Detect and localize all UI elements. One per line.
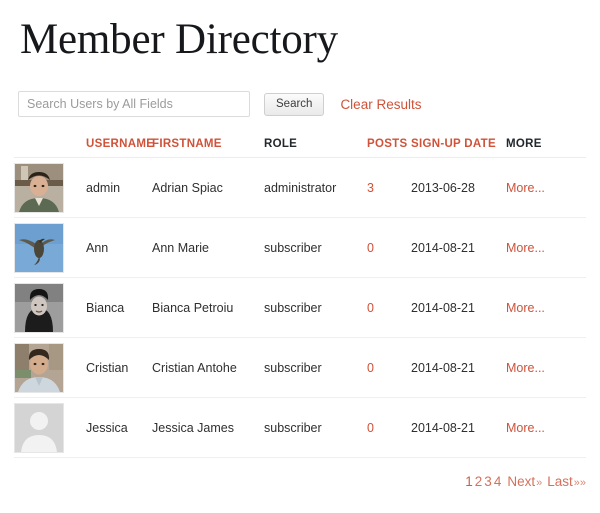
avatar xyxy=(14,283,64,333)
cell-username: Jessica xyxy=(86,398,152,458)
pagination-page-4[interactable]: 4 xyxy=(493,474,503,489)
cell-firstname: Bianca Petroiu xyxy=(152,278,264,338)
column-header-role-label: ROLE xyxy=(264,138,297,150)
column-header-firstname[interactable]: FIRSTNAME xyxy=(152,138,264,158)
table-row: Ann Ann Marie subscriber 0 2014-08-21 Mo… xyxy=(14,218,586,278)
cell-avatar xyxy=(14,218,86,278)
more-link[interactable]: More... xyxy=(506,421,545,435)
search-button[interactable]: Search xyxy=(264,93,324,116)
column-header-posts-link[interactable]: POSTS xyxy=(367,138,407,150)
table-row: Bianca Bianca Petroiu subscriber 0 2014-… xyxy=(14,278,586,338)
cell-more[interactable]: More... xyxy=(506,278,586,338)
avatar xyxy=(14,223,64,273)
pagination-last-chevron-icon: »» xyxy=(574,477,586,489)
more-link[interactable]: More... xyxy=(506,241,545,255)
cell-posts[interactable]: 0 xyxy=(367,338,411,398)
cell-avatar xyxy=(14,278,86,338)
cell-username: Cristian xyxy=(86,338,152,398)
column-header-avatar xyxy=(14,138,86,158)
cell-username: admin xyxy=(86,158,152,218)
pagination-page-2[interactable]: 2 xyxy=(474,474,484,489)
table-header: USERNAME FIRSTNAME ROLE POSTS SIGN-UP DA… xyxy=(14,138,586,158)
page-title: Member Directory xyxy=(14,0,586,61)
column-header-signup-date[interactable]: SIGN-UP DATE xyxy=(411,138,506,158)
cell-avatar xyxy=(14,338,86,398)
cell-more[interactable]: More... xyxy=(506,398,586,458)
cell-signup-date: 2014-08-21 xyxy=(411,218,506,278)
posts-count-link[interactable]: 0 xyxy=(367,301,374,315)
column-header-more: MORE xyxy=(506,138,586,158)
cell-posts[interactable]: 3 xyxy=(367,158,411,218)
clear-results-link[interactable]: Clear Results xyxy=(340,97,421,112)
table-row: Jessica Jessica James subscriber 0 2014-… xyxy=(14,398,586,458)
cell-username: Ann xyxy=(86,218,152,278)
member-directory-table: USERNAME FIRSTNAME ROLE POSTS SIGN-UP DA… xyxy=(14,138,586,458)
column-header-signup-date-link[interactable]: SIGN-UP DATE xyxy=(411,138,496,150)
cell-firstname: Cristian Antohe xyxy=(152,338,264,398)
pagination-next-link[interactable]: Next xyxy=(502,474,536,489)
cell-firstname: Ann Marie xyxy=(152,218,264,278)
cell-posts[interactable]: 0 xyxy=(367,278,411,338)
member-directory-page: Member Directory Search Clear Results US… xyxy=(0,0,600,489)
pagination-page-1[interactable]: 1 xyxy=(464,474,474,489)
cell-more[interactable]: More... xyxy=(506,218,586,278)
cell-firstname: Adrian Spiac xyxy=(152,158,264,218)
pagination-page-3[interactable]: 3 xyxy=(483,474,493,489)
cell-more[interactable]: More... xyxy=(506,158,586,218)
cell-role: subscriber xyxy=(264,338,367,398)
search-input[interactable] xyxy=(18,91,250,117)
cell-avatar xyxy=(14,398,86,458)
cell-signup-date: 2014-08-21 xyxy=(411,278,506,338)
cell-posts[interactable]: 0 xyxy=(367,398,411,458)
search-form: Search Clear Results xyxy=(14,61,586,117)
pagination: 1234Next»Last»» xyxy=(14,458,586,489)
cell-role: subscriber xyxy=(264,278,367,338)
cell-username: Bianca xyxy=(86,278,152,338)
cell-firstname: Jessica James xyxy=(152,398,264,458)
posts-count-link[interactable]: 0 xyxy=(367,361,374,375)
avatar-placeholder-icon xyxy=(14,403,64,453)
cell-role: administrator xyxy=(264,158,367,218)
more-link[interactable]: More... xyxy=(506,181,545,195)
column-header-username-link[interactable]: USERNAME xyxy=(86,138,154,150)
cell-avatar xyxy=(14,158,86,218)
avatar xyxy=(14,163,64,213)
posts-count-link[interactable]: 3 xyxy=(367,181,374,195)
table-header-row: USERNAME FIRSTNAME ROLE POSTS SIGN-UP DA… xyxy=(14,138,586,158)
column-header-firstname-link[interactable]: FIRSTNAME xyxy=(152,138,222,150)
column-header-username[interactable]: USERNAME xyxy=(86,138,152,158)
column-header-posts[interactable]: POSTS xyxy=(367,138,411,158)
table-row: Cristian Cristian Antohe subscriber 0 20… xyxy=(14,338,586,398)
posts-count-link[interactable]: 0 xyxy=(367,241,374,255)
posts-count-link[interactable]: 0 xyxy=(367,421,374,435)
pagination-last-link[interactable]: Last xyxy=(542,474,574,489)
cell-signup-date: 2014-08-21 xyxy=(411,338,506,398)
cell-posts[interactable]: 0 xyxy=(367,218,411,278)
table-row: admin Adrian Spiac administrator 3 2013-… xyxy=(14,158,586,218)
more-link[interactable]: More... xyxy=(506,301,545,315)
column-header-more-label: MORE xyxy=(506,138,542,150)
avatar xyxy=(14,343,64,393)
column-header-role: ROLE xyxy=(264,138,367,158)
more-link[interactable]: More... xyxy=(506,361,545,375)
cell-more[interactable]: More... xyxy=(506,338,586,398)
table-body: admin Adrian Spiac administrator 3 2013-… xyxy=(14,158,586,458)
cell-role: subscriber xyxy=(264,398,367,458)
cell-role: subscriber xyxy=(264,218,367,278)
cell-signup-date: 2014-08-21 xyxy=(411,398,506,458)
cell-signup-date: 2013-06-28 xyxy=(411,158,506,218)
